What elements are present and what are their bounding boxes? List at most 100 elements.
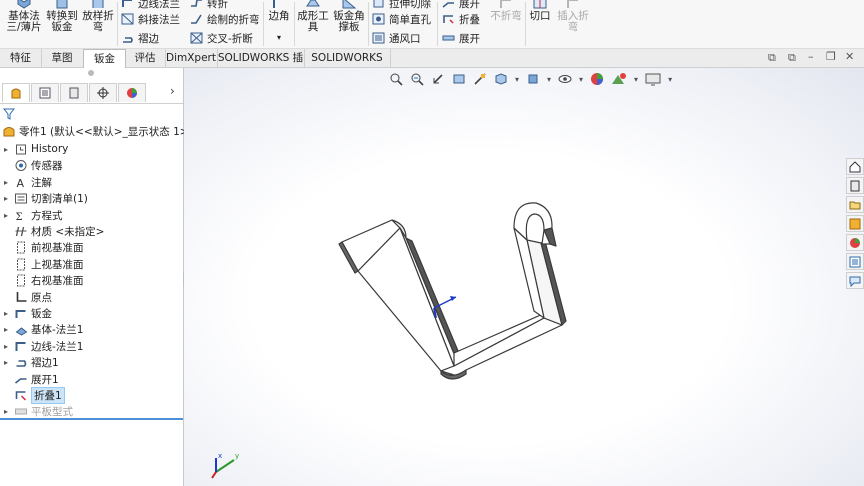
expand-arrow-icon[interactable]: ▸: [0, 211, 12, 220]
solidworks-resources-icon[interactable]: [846, 158, 864, 175]
tab-evaluate[interactable]: 评估: [125, 49, 166, 67]
flatten-label: 展开: [459, 32, 480, 45]
tree-item-label: History: [31, 143, 69, 155]
corners-button[interactable]: 边角 ▾: [265, 0, 293, 43]
flatten-button[interactable]: 展开: [442, 31, 480, 45]
miter-flange-icon: [121, 13, 134, 25]
design-library-icon[interactable]: [846, 177, 864, 194]
tree-item[interactable]: 前视基准面: [0, 239, 84, 255]
corners-dropdown-icon[interactable]: ▾: [277, 32, 281, 43]
simple-hole-button[interactable]: 简单直孔: [372, 12, 431, 26]
convert-to-sheet-metal-button[interactable]: 转换到 钣金: [44, 0, 80, 33]
rollback-bar[interactable]: [0, 418, 183, 420]
expand-arrow-icon[interactable]: ▸: [0, 407, 12, 416]
tab-solidworks-mbd[interactable]: SOLIDWORKS MBD: [304, 49, 391, 82]
view-palette-icon[interactable]: [846, 215, 864, 232]
close-icon[interactable]: ✕: [845, 50, 854, 63]
tab-features[interactable]: 特征: [0, 49, 42, 67]
cross-break-button[interactable]: 交叉-折断: [190, 31, 253, 45]
forming-tool-icon: [306, 0, 320, 7]
tree-item[interactable]: 展开1: [0, 371, 59, 387]
tree-item[interactable]: ▸ 边线-法兰1: [0, 338, 84, 354]
flat-pattern-icon: [15, 408, 27, 414]
lofted-bend-button[interactable]: 放样折 弯: [81, 0, 115, 33]
edge-flange-icon: [122, 0, 132, 7]
ribbon-divider: [525, 2, 526, 46]
tree-item[interactable]: ▸ History: [0, 141, 68, 157]
dimxpertmanager-tab[interactable]: [89, 83, 117, 102]
rip-button[interactable]: 切口: [528, 0, 552, 22]
tab-dimxpert[interactable]: DimXpert: [165, 49, 218, 67]
minimize-icon[interactable]: –: [808, 50, 814, 63]
graphics-area[interactable]: ▾ ▾ ▾ ▾ ▾ y x: [184, 68, 864, 486]
forum-icon[interactable]: [846, 272, 864, 289]
expand-arrow-icon[interactable]: ▸: [0, 309, 12, 318]
propertymanager-tab[interactable]: [31, 83, 59, 102]
filter-icon[interactable]: [3, 108, 15, 120]
file-explorer-icon[interactable]: [846, 196, 864, 213]
tab-solidworks-addins[interactable]: SOLIDWORKS 插件: [217, 49, 305, 82]
feature-manager-panel: › 零件1 (默认<<默认>_显示状态 1>) ▸ History 传感器 ▸ A 注解 ▸…: [0, 68, 193, 486]
hem-icon: [16, 359, 27, 367]
edge-flange-button[interactable]: 边线法兰: [121, 0, 180, 10]
no-bends-button[interactable]: 不折弯: [489, 0, 523, 22]
tree-item[interactable]: 上视基准面: [0, 256, 84, 272]
vent-button[interactable]: 通风口: [372, 31, 421, 45]
tree-root-part[interactable]: 零件1 (默认<<默认>_显示状态 1>): [2, 124, 193, 139]
expand-arrow-icon[interactable]: ▸: [0, 145, 12, 154]
tree-item[interactable]: 原点: [0, 289, 52, 305]
tree-item[interactable]: ▸ 平板型式: [0, 403, 73, 419]
expand-arrow-icon[interactable]: ▸: [0, 178, 12, 187]
displaymanager-tab[interactable]: [118, 83, 146, 102]
rip-label: 切口: [529, 10, 551, 22]
unfold-label: 展开: [459, 0, 480, 10]
lofted-bend-label-2: 弯: [92, 21, 104, 33]
expand-arrow-icon[interactable]: ▸: [0, 358, 12, 367]
plane-icon: [17, 258, 25, 270]
extruded-cut-button[interactable]: 拉伸切除: [372, 0, 431, 10]
reference-triad-icon: y x: [211, 452, 239, 479]
tree-item[interactable]: ▸ A 注解: [0, 174, 52, 190]
no-bends-icon: [500, 0, 511, 8]
restore-icon[interactable]: ❐: [826, 50, 836, 63]
tree-item[interactable]: 右视基准面: [0, 272, 84, 288]
gusset-button[interactable]: 钣金角 撑板: [332, 0, 366, 33]
miter-flange-button[interactable]: 斜接法兰: [121, 12, 180, 26]
base-flange-icon: [17, 0, 31, 9]
tree-item[interactable]: 传感器: [0, 157, 63, 173]
tree-item[interactable]: ▸ 基体-法兰1: [0, 321, 84, 337]
base-flange-button[interactable]: 基体法 三/薄片: [4, 0, 44, 33]
expand-arrow-icon[interactable]: ▸: [0, 342, 12, 351]
configurationmanager-tab[interactable]: [60, 83, 88, 102]
featuremanager-tab[interactable]: [2, 83, 30, 102]
flatten-icon: [442, 35, 455, 41]
forming-tool-button[interactable]: 成形工 具: [297, 0, 329, 33]
tree-root-label: 零件1 (默认<<默认>_显示状态 1>): [19, 126, 193, 138]
sketched-bend-button[interactable]: 绘制的折弯: [190, 12, 260, 26]
hem-button[interactable]: 褶边: [121, 31, 159, 45]
appearances-icon[interactable]: [846, 234, 864, 251]
tree-item-label: 传感器: [31, 159, 63, 172]
tile-right-icon[interactable]: ⧉: [788, 51, 796, 65]
custom-properties-icon[interactable]: [846, 253, 864, 270]
insert-bends-button[interactable]: 插入折 弯: [555, 0, 591, 33]
chevron-right-icon[interactable]: ›: [170, 84, 175, 98]
panel-grip[interactable]: [88, 70, 94, 76]
jog-button[interactable]: 转折: [190, 0, 228, 10]
sheet-metal-part-model[interactable]: [184, 68, 864, 486]
tab-sheet-metal[interactable]: 钣金: [83, 49, 126, 69]
tab-sketch[interactable]: 草图: [41, 49, 84, 67]
expand-arrow-icon[interactable]: ▸: [0, 325, 12, 334]
tree-item[interactable]: 材质 <未指定>: [0, 223, 104, 239]
sheetmetal-icon: [15, 309, 26, 318]
insert-bends-icon: [567, 0, 578, 8]
tree-item[interactable]: 折叠1: [0, 386, 65, 404]
tree-item[interactable]: ▸ 褶边1: [0, 354, 59, 370]
tree-item[interactable]: ▸ 钣金: [0, 305, 52, 321]
fold-button[interactable]: 折叠: [442, 12, 480, 26]
expand-arrow-icon[interactable]: ▸: [0, 194, 12, 203]
tile-left-icon[interactable]: ⧉: [768, 51, 776, 65]
tree-item[interactable]: ▸ 切割清单(1): [0, 190, 88, 206]
unfold-button[interactable]: 展开: [442, 0, 480, 10]
tree-item[interactable]: ▸ Σ 方程式: [0, 207, 63, 223]
